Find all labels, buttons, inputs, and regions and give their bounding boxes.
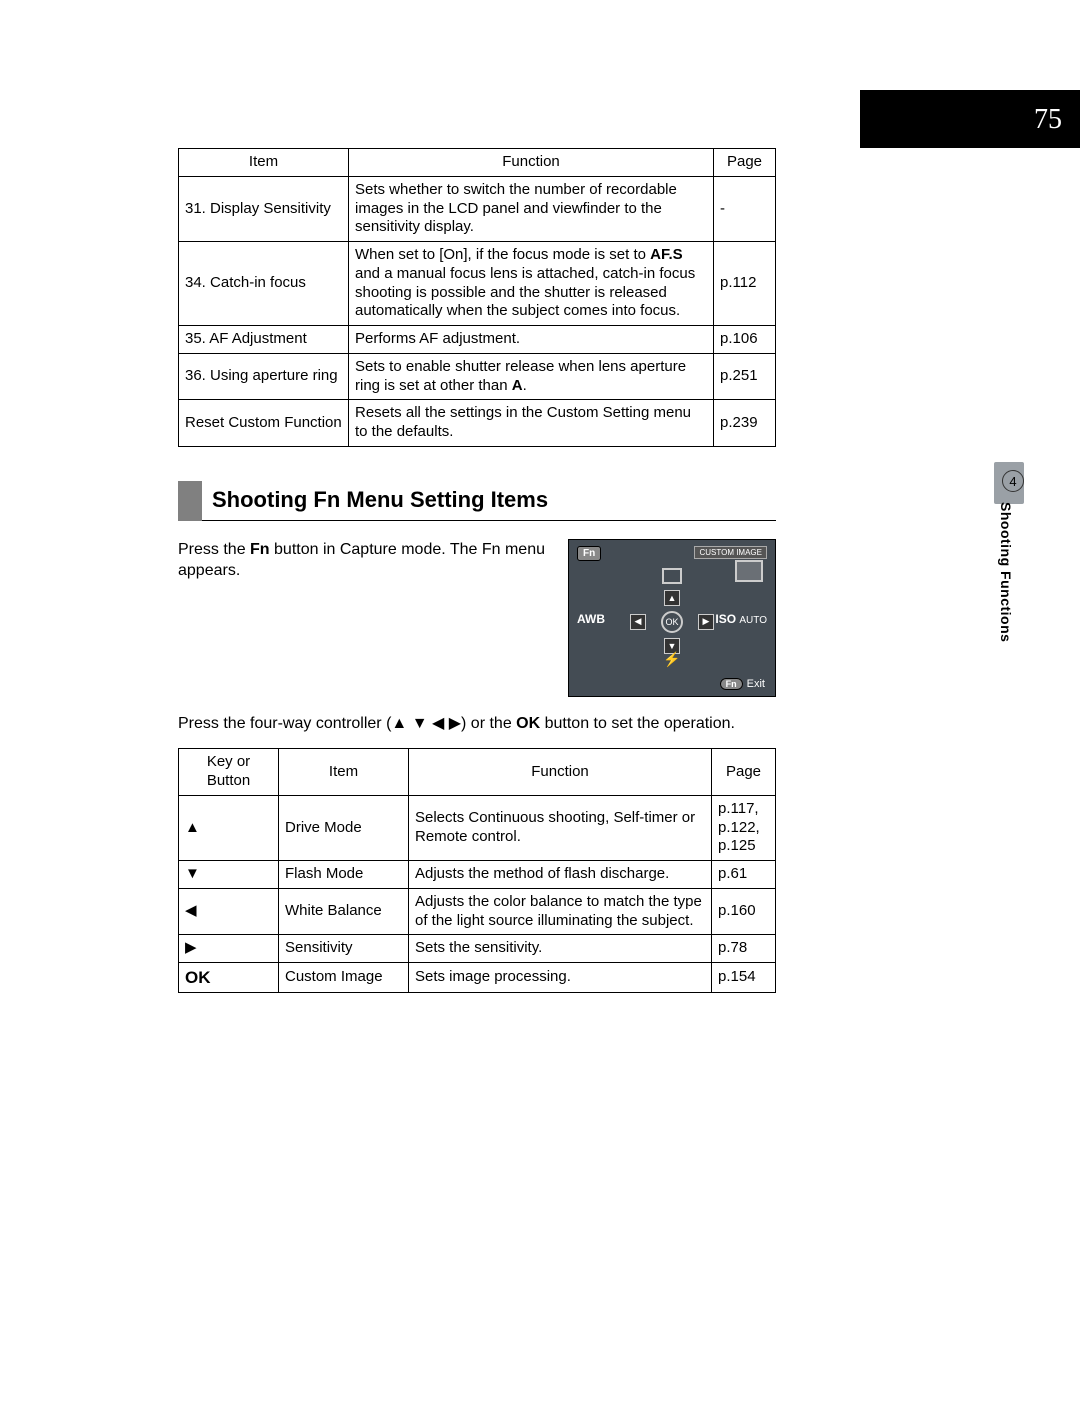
th-key: Key or Button [179,749,279,796]
th-function: Function [409,749,712,796]
table-row: ▼ Flash Mode Adjusts the method of flash… [179,861,776,889]
right-arrow-icon: ▶ [179,935,279,963]
th-function: Function [349,149,714,177]
exit-label: FnExit [720,678,765,690]
section-heading: Shooting Fn Menu Setting Items [178,481,776,521]
th-page: Page [714,149,776,177]
table-row: ◀ White Balance Adjusts the color balanc… [179,888,776,935]
heading-title: Shooting Fn Menu Setting Items [202,481,776,521]
table-header-row: Item Function Page [179,149,776,177]
custom-image-label: CUSTOM IMAGE [694,546,767,559]
iso-label: ISO AUTO [715,612,767,626]
flash-icon: ⚡ [663,651,680,668]
left-arrow-icon: ◀ [179,888,279,935]
table-row: ▲ Drive Mode Selects Continuous shooting… [179,795,776,860]
fn-menu-screenshot: Fn CUSTOM IMAGE OK ▲ ▼ ◀ ▶ AWB ISO AUTO … [568,539,776,697]
table-row: 35. AF Adjustment Performs AF adjustment… [179,326,776,354]
four-way-controller-icon: OK ▲ ▼ ◀ ▶ [632,592,712,652]
ok-button-icon: OK [661,611,683,633]
right-arrow-icon: ▶ [698,614,714,630]
up-arrow-icon: ▲ [664,590,680,606]
table-row: 34. Catch-in focus When set to [On], if … [179,242,776,326]
table-row: 31. Display Sensitivity Sets whether to … [179,176,776,241]
settings-table-2: Key or Button Item Function Page ▲ Drive… [178,748,776,993]
table-row: 36. Using aperture ring Sets to enable s… [179,353,776,400]
left-arrow-icon: ◀ [630,614,646,630]
th-page: Page [712,749,776,796]
table-row: ▶ Sensitivity Sets the sensitivity. p.78 [179,935,776,963]
awb-label: AWB [577,612,605,626]
down-arrow-icon: ▼ [179,861,279,889]
heading-accent [178,481,202,521]
controller-instruction: Press the four-way controller (▲ ▼ ◀ ▶) … [178,713,776,735]
table-row: Reset Custom Function Resets all the set… [179,400,776,447]
table-header-row: Key or Button Item Function Page [179,749,776,796]
drive-mode-icon [662,568,682,584]
settings-table-1: Item Function Page 31. Display Sensitivi… [178,148,776,447]
up-arrow-icon: ▲ [179,795,279,860]
intro-text: Press the Fn button in Capture mode. The… [178,539,548,582]
table-row: OK Custom Image Sets image processing. p… [179,963,776,993]
th-item: Item [179,149,349,177]
chapter-label: Shooting Functions [998,498,1014,642]
ok-button-icon: OK [179,963,279,993]
side-tab: 4 Shooting Functions [998,470,1028,642]
chapter-badge: 4 [1002,470,1024,492]
fn-badge: Fn [577,546,601,561]
page-number: 75 [1034,104,1062,136]
th-item: Item [279,749,409,796]
custom-image-icon [735,560,763,582]
